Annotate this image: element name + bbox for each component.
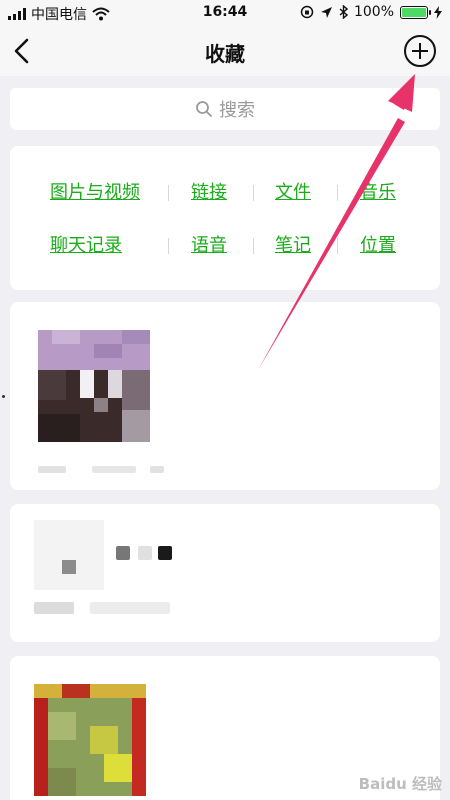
category-divider: [337, 185, 338, 201]
category-files[interactable]: 文件: [275, 178, 311, 204]
location-arrow-icon: [320, 6, 332, 18]
charging-bolt-icon: [434, 5, 442, 19]
page-title: 收藏: [205, 42, 245, 66]
item-caption-blurred: [34, 602, 74, 614]
watermark-logo: Baidu 经验: [358, 775, 442, 793]
category-images-videos[interactable]: 图片与视频: [50, 178, 140, 204]
search-icon: [196, 101, 212, 117]
item-title-blurred: [138, 546, 152, 560]
category-chat-history[interactable]: 聊天记录: [50, 231, 122, 257]
category-divider: [168, 238, 169, 254]
item-caption-blurred: [150, 466, 164, 473]
favorite-item[interactable]: [10, 302, 440, 490]
category-location[interactable]: 位置: [360, 231, 396, 257]
status-bar: 中国电信 16:44 100%: [0, 0, 450, 26]
item-title-blurred: [158, 546, 172, 560]
category-row: 聊天记录 语音 笔记 位置: [10, 231, 440, 261]
item-thumbnail-pixelated: [38, 330, 150, 442]
category-links[interactable]: 链接: [191, 178, 227, 204]
stray-dot: [2, 395, 5, 398]
battery-icon: [400, 5, 431, 19]
item-caption-blurred: [90, 602, 170, 614]
item-thumbnail-pixelated: [34, 684, 146, 796]
category-notes[interactable]: 笔记: [275, 231, 311, 257]
item-title-blurred: [116, 546, 130, 560]
category-divider: [168, 185, 169, 201]
search-placeholder: 搜索: [219, 100, 255, 121]
nav-bar: 收藏: [0, 26, 450, 76]
search-input[interactable]: 搜索: [10, 88, 440, 130]
category-divider: [337, 238, 338, 254]
item-caption-blurred: [38, 466, 66, 473]
favorite-item[interactable]: [10, 504, 440, 642]
plus-circle-icon-stroke: [419, 43, 421, 59]
category-row: 图片与视频 链接 文件 音乐: [10, 178, 440, 208]
add-button[interactable]: [404, 35, 436, 67]
battery-percent: 100%: [353, 4, 394, 20]
category-filter-card: 图片与视频 链接 文件 音乐 聊天记录 语音 笔记 位置: [10, 146, 440, 290]
item-thumbnail-pixelated: [34, 520, 104, 590]
category-music[interactable]: 音乐: [360, 178, 396, 204]
bluetooth-icon: [339, 5, 348, 19]
category-divider: [253, 185, 254, 201]
category-voice[interactable]: 语音: [191, 231, 227, 257]
category-divider: [253, 238, 254, 254]
item-caption-blurred: [92, 466, 136, 473]
rotation-lock-icon: [300, 5, 314, 19]
